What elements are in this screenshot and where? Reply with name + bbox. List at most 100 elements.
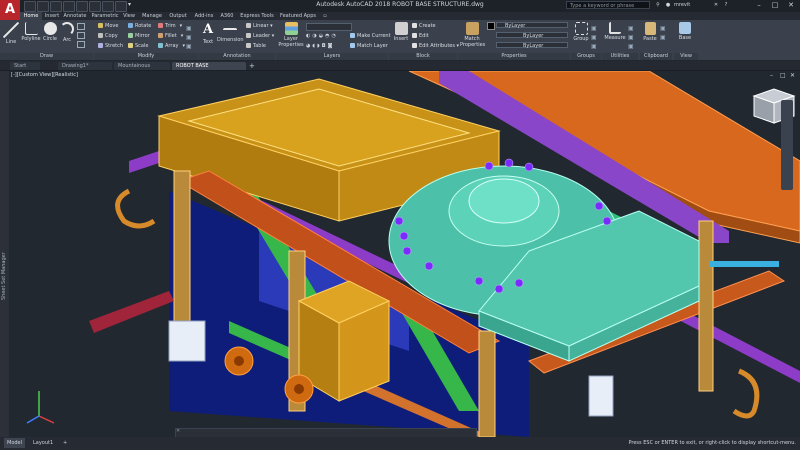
layout1-tab[interactable]: Layout1 — [30, 438, 56, 448]
block-panel-label[interactable]: Block — [389, 53, 457, 60]
maximize-button[interactable]: □ — [768, 0, 782, 11]
tab-manage[interactable]: Manage — [140, 12, 164, 20]
copy-button[interactable]: Copy — [98, 33, 118, 40]
paste-label: Paste — [643, 36, 657, 42]
tab-annotate[interactable]: Annotate — [62, 12, 88, 20]
group-label: Group — [573, 36, 589, 42]
dimension-button[interactable]: Dimension — [217, 22, 244, 43]
properties-panel-label[interactable]: Properties — [458, 53, 570, 60]
navigation-bar[interactable] — [781, 100, 793, 190]
help-icon[interactable]: ? — [722, 1, 730, 9]
minimize-button[interactable]: – — [752, 0, 766, 11]
create-block-button[interactable]: Create — [412, 23, 436, 30]
line-label: Line — [5, 39, 17, 45]
new-tab-button[interactable]: + — [249, 62, 255, 70]
ribbon-options-icon[interactable]: ▫ — [320, 12, 330, 20]
add-layout-icon[interactable]: + — [60, 438, 68, 448]
match-properties-button[interactable]: Match Properties — [460, 22, 485, 48]
tab-featured-apps[interactable]: Featured Apps — [278, 12, 318, 20]
tab-view[interactable]: View — [121, 12, 137, 20]
circle-button[interactable]: Circle — [42, 22, 58, 42]
view-panel-label[interactable]: View — [674, 53, 698, 60]
doc-tab-start[interactable]: Start — [10, 62, 40, 70]
linetype-dropdown[interactable]: ByLayer — [496, 42, 568, 49]
trim-button[interactable]: Trim ▾ — [158, 23, 182, 30]
layer-tools-2[interactable]: ◕◖◗◘◙ — [306, 43, 348, 49]
viewport-restore-icon[interactable]: □ — [780, 72, 788, 80]
dimension-label: Dimension — [217, 37, 244, 43]
groups-panel-label[interactable]: Groups — [571, 53, 601, 60]
edit-block-button[interactable]: Edit — [412, 33, 429, 40]
measure-button[interactable]: Measure — [603, 22, 627, 41]
clipboard-extra-tools[interactable]: ▣ ▣ — [660, 24, 668, 50]
doc-tab-robot-base-structure[interactable]: ROBOT BASE STRUCTURE* — [172, 62, 246, 77]
clipboard-panel-label[interactable]: Clipboard — [640, 53, 672, 60]
command-line-close-icon[interactable]: ✕ — [176, 428, 180, 434]
close-button[interactable]: ✕ — [784, 0, 798, 11]
line-button[interactable]: Line — [2, 22, 20, 45]
annotation-panel-label[interactable]: Annotation — [199, 53, 275, 60]
viewport-minimize-icon[interactable]: – — [770, 72, 778, 80]
leader-dropdown[interactable]: Leader ▾ — [246, 33, 274, 40]
tab-home[interactable]: Home — [20, 12, 42, 20]
array-icon — [158, 43, 163, 48]
color-dropdown[interactable]: ByLayer — [496, 22, 568, 29]
stretch-button[interactable]: Stretch — [98, 43, 123, 50]
user-name[interactable]: mrevit — [674, 1, 708, 9]
layer-tools[interactable]: ◐◑◒◓◔ — [306, 33, 348, 39]
application-menu-button[interactable]: A — [0, 0, 20, 20]
viewport-controls-label[interactable]: [-][Custom View][Realistic] — [11, 72, 78, 78]
array-label: Array — [165, 43, 179, 49]
edit-attributes-icon — [412, 43, 417, 48]
paste-icon — [644, 22, 656, 35]
modify-panel-label[interactable]: Modify — [94, 53, 198, 60]
table-button[interactable]: Table — [246, 43, 266, 50]
tab-express-tools[interactable]: Express Tools — [238, 12, 276, 20]
search-icon[interactable]: ⚲ — [654, 1, 662, 9]
doc-tab-mountainous-cabin[interactable]: Mountainous Cabin* — [114, 62, 170, 77]
text-button[interactable]: A Text — [200, 22, 216, 45]
tab-output[interactable]: Output — [167, 12, 189, 20]
drawing-viewport[interactable] — [9, 71, 800, 437]
linear-dropdown[interactable]: Linear ▾ — [246, 23, 273, 30]
line-icon — [3, 22, 19, 38]
array-button[interactable]: Array ▾ — [158, 43, 185, 50]
group-extra-tools[interactable]: ▣ ▣ ▣ — [591, 24, 599, 50]
tab-parametric[interactable]: Parametric — [90, 12, 120, 20]
tab-insert[interactable]: Insert — [43, 12, 61, 20]
base-view-icon — [679, 22, 691, 34]
edit-attributes-button[interactable]: Edit Attributes ▾ — [412, 43, 459, 50]
draw-panel-label[interactable]: Draw — [0, 53, 93, 60]
scale-button[interactable]: Scale — [128, 43, 148, 50]
user-icon: ● — [665, 2, 671, 8]
match-layer-button[interactable]: Match Layer — [350, 43, 388, 50]
make-current-button[interactable]: Make Current — [350, 33, 391, 40]
layers-panel-label[interactable]: Layers — [276, 53, 388, 60]
polyline-button[interactable]: Polyline — [20, 22, 42, 42]
utilities-extra-tools[interactable]: ▣ ▣ ▣ — [628, 24, 636, 50]
exchange-icon[interactable]: ✕ — [712, 1, 720, 9]
doc-tab-drawing1[interactable]: Drawing1* — [58, 62, 112, 70]
utilities-panel-label[interactable]: Utilities — [602, 53, 638, 60]
palette-title: Sheet Set Manager — [1, 252, 7, 300]
fillet-button[interactable]: Fillet ▾ — [158, 33, 183, 40]
paste-button[interactable]: Paste — [641, 22, 659, 42]
move-button[interactable]: Move — [98, 23, 118, 30]
search-input[interactable]: Type a keyword or phrase — [566, 1, 650, 9]
layer-dropdown[interactable] — [306, 23, 352, 31]
arc-button[interactable]: Arc — [60, 22, 74, 43]
layer-properties-button[interactable]: Layer Properties — [278, 22, 304, 48]
modify-extra-tools[interactable]: ▣ ▣ ▣ — [186, 24, 194, 50]
draw-extra-tools[interactable] — [77, 23, 87, 51]
tab-a360[interactable]: A360 — [218, 12, 236, 20]
make-current-icon — [350, 33, 355, 38]
insert-button[interactable]: Insert — [392, 22, 410, 42]
tab-add-ins[interactable]: Add-ins — [192, 12, 216, 20]
rotate-button[interactable]: Rotate — [128, 23, 151, 30]
base-view-button[interactable]: Base — [676, 22, 694, 41]
viewport-close-icon[interactable]: ✕ — [790, 72, 798, 80]
mirror-button[interactable]: Mirror — [128, 33, 150, 40]
group-button[interactable]: Group — [572, 22, 590, 42]
model-tab[interactable]: Model — [4, 438, 26, 448]
lineweight-dropdown[interactable]: ByLayer — [496, 32, 568, 39]
